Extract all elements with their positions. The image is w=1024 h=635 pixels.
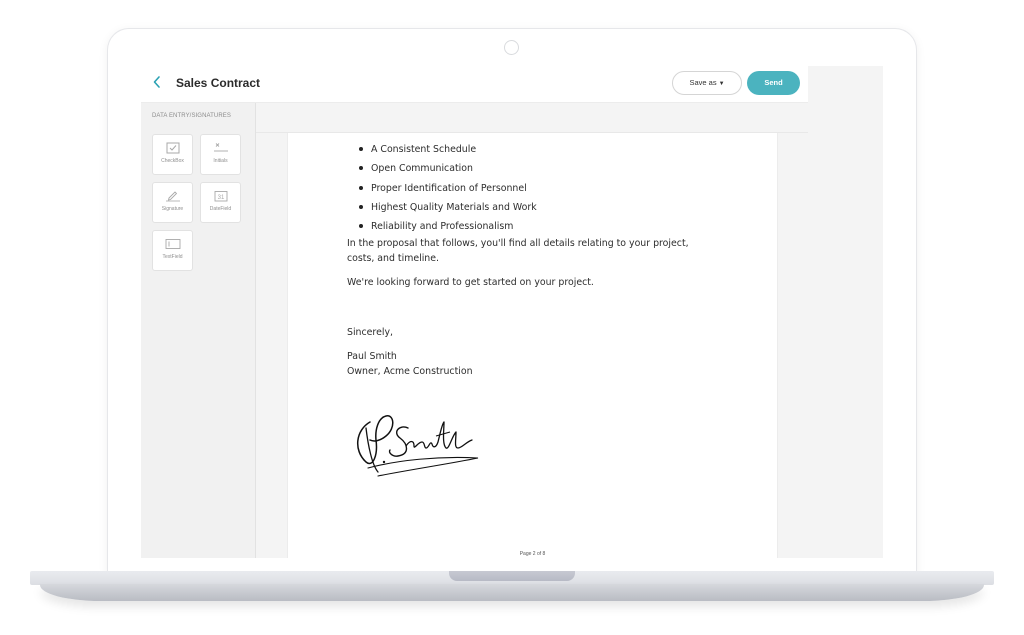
signer-name: Paul Smith [347,351,397,363]
tool-label: CheckBox [161,158,184,164]
paragraph-closing-note: We're looking forward to get started on … [347,277,594,289]
page-title: Sales Contract [176,76,261,90]
text-field-icon [153,238,192,250]
tool-textfield[interactable]: TextField [152,230,193,271]
tool-label: DateField [209,206,232,212]
save-as-button[interactable]: Save as ▼ [672,71,742,95]
initials-icon [201,142,240,154]
list-item: Reliability and Professionalism [359,217,717,236]
app-screen: Sales Contract Save as ▼ Send DATA ENTRY/… [141,66,883,558]
svg-text:31: 31 [217,195,224,201]
signature-image [348,410,498,488]
list-item: Proper Identification of Personnel [359,179,717,198]
tool-label: Signature [161,206,184,212]
checkbox-icon [153,142,192,154]
page-indicator: Page 2 of 8 [519,551,546,557]
signature-pen-icon [153,190,192,202]
document-toolbar-strip [256,103,808,133]
camera-icon [504,40,519,55]
top-bar: Sales Contract Save as ▼ Send [141,66,808,103]
tool-label: TextField [162,254,183,260]
tool-initials[interactable]: Initials [200,134,241,175]
data-entry-panel: DATA ENTRY/SIGNATURES CheckBox Initials … [141,103,256,558]
chevron-left-icon[interactable] [149,74,165,94]
document-content: A Consistent Schedule Open Communication… [347,140,717,379]
tool-checkbox[interactable]: CheckBox [152,134,193,175]
tool-signature[interactable]: Signature [152,182,193,223]
document-page: A Consistent Schedule Open Communication… [287,133,778,558]
caret-down-icon: ▼ [718,81,725,87]
list-item: Highest Quality Materials and Work [359,198,717,217]
panel-title: DATA ENTRY/SIGNATURES [152,113,232,119]
paragraph-proposal: In the proposal that follows, you'll fin… [347,238,689,264]
laptop-base-bottom [40,584,984,601]
bullet-list: A Consistent Schedule Open Communication… [347,140,717,236]
list-item: A Consistent Schedule [359,140,717,159]
send-button[interactable]: Send [747,71,800,95]
tool-datefield[interactable]: 31 DateField [200,182,241,223]
document-area: A Consistent Schedule Open Communication… [256,103,808,558]
signer-title: Owner, Acme Construction [347,365,473,377]
closing-salutation: Sincerely, [347,326,393,338]
date-field-icon: 31 [201,190,240,202]
signer-block: Paul Smith Owner, Acme Construction [347,350,717,379]
list-item: Open Communication [359,159,717,178]
right-margin [808,66,883,558]
laptop-notch [449,571,575,581]
tool-label: Initials [213,158,228,164]
save-as-label: Save as [689,78,717,87]
